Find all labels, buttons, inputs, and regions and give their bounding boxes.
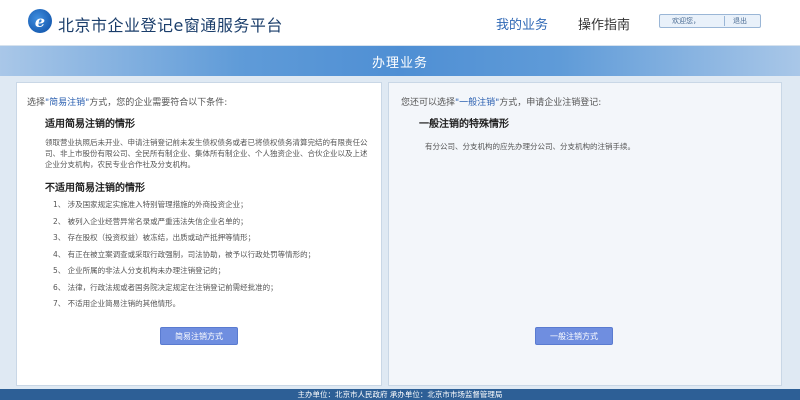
list-item: 4、 有正在被立案调查或采取行政强制，司法协助，被予以行政处罚等情形的； — [53, 249, 316, 259]
not-applicable-list: 1、 涉及国家规定实施准入特别管理措施的外商投资企业； 2、 被列入企业经营异常… — [53, 199, 373, 315]
simple-cancel-button[interactable]: 简易注销方式 — [160, 327, 238, 345]
list-item: 3、 存在股权（投资权益）被冻结，出质或动产抵押等情形； — [53, 233, 256, 242]
nav-operation-guide[interactable]: 操作指南 — [578, 14, 630, 33]
general-cancel-button[interactable]: 一般注销方式 — [535, 327, 613, 345]
nav-my-business[interactable]: 我的业务 — [496, 14, 548, 33]
list-item: 5、 企业所属的非法人分支机构未办理注销登记的； — [53, 266, 226, 275]
intro-prefix: 选择 — [27, 98, 46, 108]
logout-button[interactable]: 退出 — [729, 16, 747, 26]
intro-suffix: 方式，您的企业需要符合以下条件: — [89, 98, 228, 108]
intro-highlight: "简易注销" — [45, 98, 90, 108]
simple-cancel-panel: 选择"简易注销"方式，您的企业需要符合以下条件: 适用简易注销的情形 领取营业执… — [16, 82, 382, 386]
site-header: e 北京市企业登记e窗通服务平台 我的业务 操作指南 欢迎您， 退出 — [0, 0, 800, 46]
special-case-text: 有分公司、分支机构的应先办理分公司、分支机构的注销手续。 — [425, 142, 635, 151]
site-title[interactable]: 北京市企业登记e窗通服务平台 — [58, 12, 283, 36]
general-cancel-panel: 您还可以选择"一般注销"方式，申请企业注销登记: 一般注销的特殊情形 有分公司、… — [388, 82, 782, 386]
applicable-text: 领取营业执照后未开业、申请注销登记前未发生债权债务或者已将债权债务清算完结的有限… — [45, 138, 368, 169]
intro-suffix: 方式，申请企业注销登记: — [499, 98, 602, 108]
site-footer: 主办单位：北京市人民政府 承办单位：北京市市场监督管理局 — [0, 389, 800, 400]
intro-prefix: 您还可以选择 — [401, 98, 456, 108]
list-item: 6、 法律，行政法规或者国务院决定规定在注销登记前需经批准的； — [53, 282, 278, 292]
list-item: 2、 被列入企业经营异常名录或严重违法失信企业名单的； — [53, 216, 248, 226]
user-divider — [724, 16, 725, 26]
applicable-title: 适用简易注销的情形 — [45, 119, 135, 130]
list-item: 7、 不适用企业简易注销的其他情形。 — [53, 299, 181, 308]
simple-cancel-intro: 选择"简易注销"方式，您的企业需要符合以下条件: — [27, 95, 227, 108]
section-banner: 办理业务 — [0, 46, 800, 76]
intro-highlight: "一般注销" — [455, 98, 500, 108]
list-item: 1、 涉及国家规定实施准入特别管理措施的外商投资企业； — [53, 200, 248, 209]
banner-title: 办理业务 — [371, 55, 428, 71]
footer-text: 主办单位：北京市人民政府 承办单位：北京市市场监督管理局 — [297, 390, 503, 399]
user-box: 欢迎您， 退出 — [659, 14, 761, 28]
special-case-title: 一般注销的特殊情形 — [419, 119, 509, 130]
user-welcome: 欢迎您， — [672, 17, 700, 25]
site-logo-icon[interactable]: e — [28, 9, 52, 33]
not-applicable-title: 不适用简易注销的情形 — [45, 183, 145, 194]
general-cancel-intro: 您还可以选择"一般注销"方式，申请企业注销登记: — [401, 95, 601, 108]
